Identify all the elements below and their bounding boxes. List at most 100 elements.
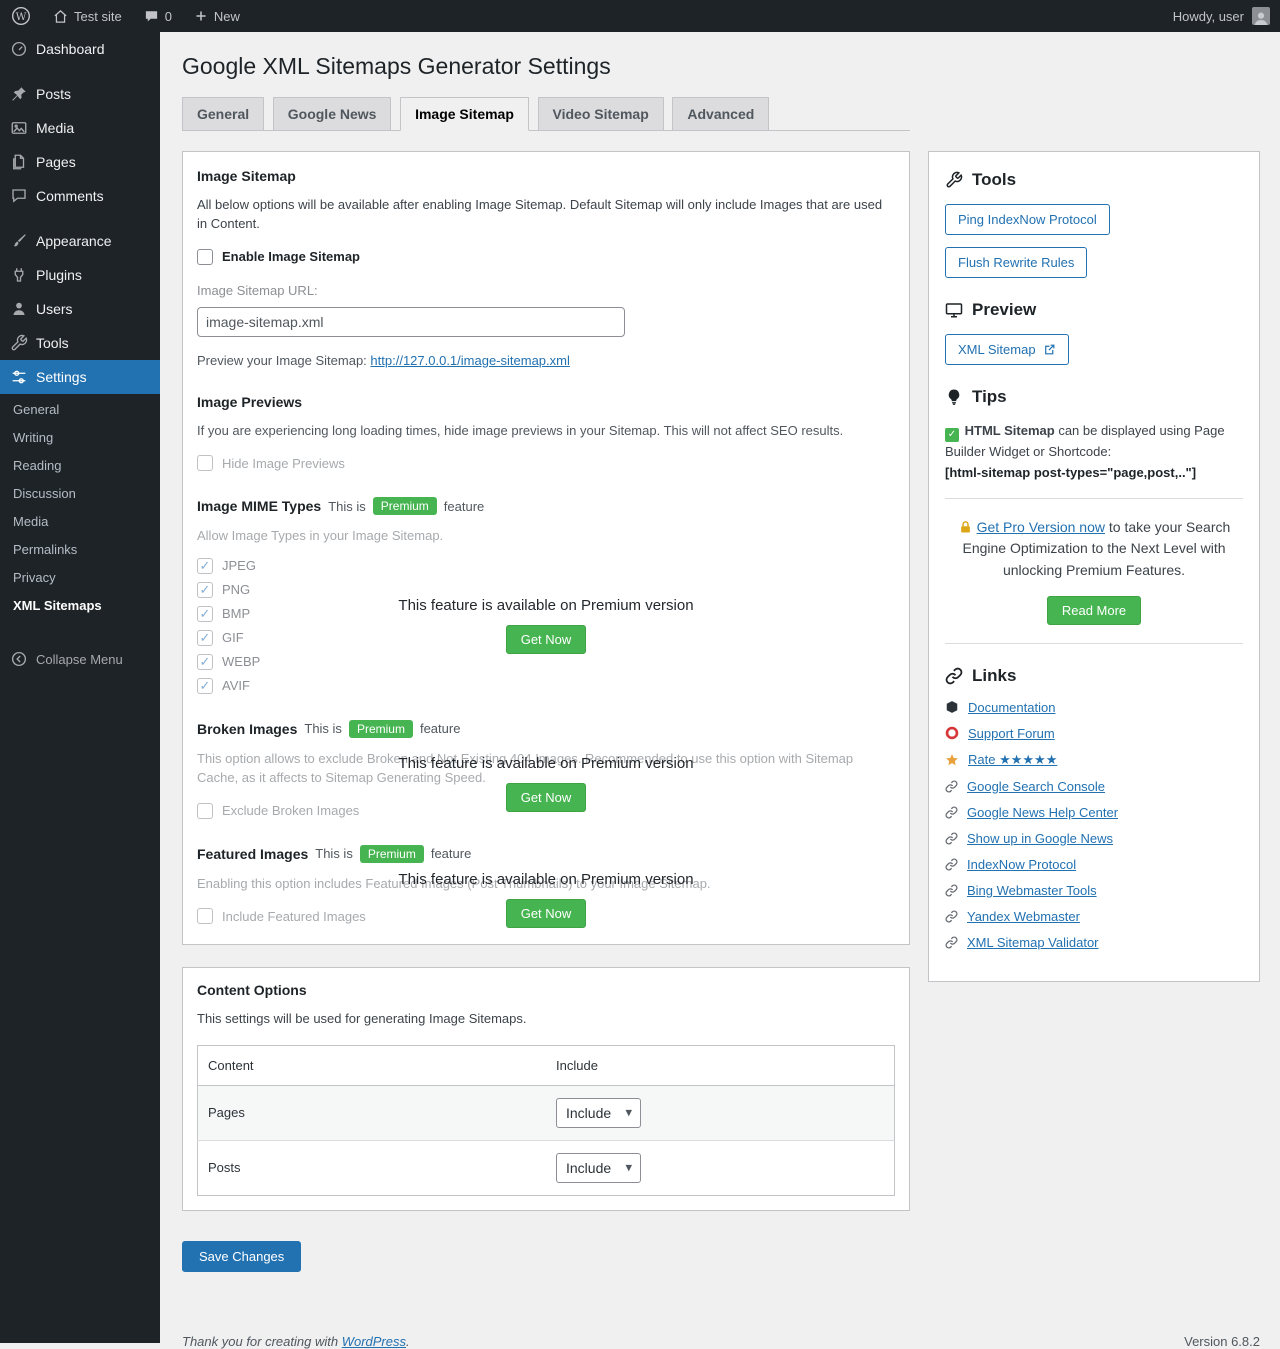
site-name-label: Test site <box>74 9 122 24</box>
xml-sitemap-row: XML Sitemap <box>945 334 1243 365</box>
image-previews-section: Image Previews If you are experiencing l… <box>197 394 895 472</box>
footer-thanks-text: Thank you for creating with <box>182 1334 338 1349</box>
pages-cell: Pages <box>198 1085 547 1140</box>
premium-note-suffix: feature <box>420 721 460 736</box>
link-icon <box>945 832 958 845</box>
comments-menu[interactable]: 0 <box>133 0 183 32</box>
sidebar-item-plugins[interactable]: Plugins <box>0 258 160 292</box>
sidebar-item-label: Appearance <box>36 233 112 249</box>
premium-note-prefix: This is <box>328 499 366 514</box>
pages-include-select[interactable]: Include <box>556 1098 641 1128</box>
google-news-help-link[interactable]: Google News Help Center <box>967 805 1118 820</box>
tab-advanced[interactable]: Advanced <box>672 97 769 130</box>
featured-images-premium-box: Enabling this option includes Featured I… <box>197 874 895 925</box>
bing-webmaster-link[interactable]: Bing Webmaster Tools <box>967 883 1097 898</box>
save-changes-button[interactable]: Save Changes <box>182 1241 301 1272</box>
wordpress-logo-menu[interactable]: W <box>0 0 42 32</box>
main-content: Google XML Sitemaps Generator Settings G… <box>160 32 1280 1343</box>
collapse-menu-button[interactable]: Collapse Menu <box>0 640 160 678</box>
link-row-yandex: Yandex Webmaster <box>945 909 1243 924</box>
premium-note-prefix: This is <box>304 721 342 736</box>
image-sitemap-heading: Image Sitemap <box>197 168 895 184</box>
mime-types-section: Image MIME Types This is Premium feature… <box>197 497 895 694</box>
ping-indexnow-button[interactable]: Ping IndexNow Protocol <box>945 204 1110 235</box>
posts-include-select-wrap: Include <box>556 1153 641 1183</box>
indexnow-protocol-link[interactable]: IndexNow Protocol <box>967 857 1076 872</box>
my-account-menu[interactable]: Howdy, user <box>1173 0 1280 32</box>
submenu-item-xml-sitemaps[interactable]: XML Sitemaps <box>0 592 160 620</box>
link-row-support-forum: Support Forum <box>945 726 1243 741</box>
get-now-button[interactable]: Get Now <box>506 783 587 812</box>
sidebar-item-settings[interactable]: Settings <box>0 360 160 394</box>
image-sitemap-url-label: Image Sitemap URL: <box>197 283 895 298</box>
image-sitemap-url-input[interactable] <box>197 307 625 337</box>
link-row-bing: Bing Webmaster Tools <box>945 883 1243 898</box>
sidebar-item-dashboard[interactable]: Dashboard <box>0 32 160 66</box>
link-row-indexnow: IndexNow Protocol <box>945 857 1243 872</box>
sidebar-item-pages[interactable]: Pages <box>0 145 160 179</box>
hide-image-previews-label: Hide Image Previews <box>222 456 345 471</box>
posts-include-select[interactable]: Include <box>556 1153 641 1183</box>
premium-note-suffix: feature <box>431 846 471 861</box>
hide-image-previews-checkbox[interactable] <box>197 455 213 471</box>
sidebar-item-comments[interactable]: Comments <box>0 179 160 213</box>
submenu-item-privacy[interactable]: Privacy <box>0 564 160 592</box>
submenu-item-media[interactable]: Media <box>0 508 160 536</box>
preview-sitemap-link[interactable]: http://127.0.0.1/image-sitemap.xml <box>370 353 569 368</box>
site-name-menu[interactable]: Test site <box>42 0 133 32</box>
tab-image-sitemap[interactable]: Image Sitemap <box>400 97 529 131</box>
show-up-google-news-link[interactable]: Show up in Google News <box>967 831 1113 846</box>
home-icon <box>53 9 68 24</box>
rate-link[interactable]: Rate ★★★★★ <box>968 752 1057 768</box>
wrench-icon <box>945 171 963 189</box>
tools-heading-row: Tools <box>945 170 1243 190</box>
collapse-menu-label: Collapse Menu <box>36 652 123 667</box>
wordpress-link[interactable]: WordPress <box>342 1334 406 1349</box>
link-icon <box>945 667 963 685</box>
documentation-link[interactable]: Documentation <box>968 700 1055 715</box>
get-now-button[interactable]: Get Now <box>506 625 587 654</box>
submenu-item-permalinks[interactable]: Permalinks <box>0 536 160 564</box>
sidebar-item-label: Comments <box>36 188 104 204</box>
content-options-heading: Content Options <box>197 982 895 998</box>
premium-note-suffix: feature <box>444 499 484 514</box>
flush-rewrite-rules-button[interactable]: Flush Rewrite Rules <box>945 247 1087 278</box>
submenu-item-discussion[interactable]: Discussion <box>0 480 160 508</box>
submenu-item-reading[interactable]: Reading <box>0 452 160 480</box>
tab-general[interactable]: General <box>182 97 264 130</box>
tab-google-news[interactable]: Google News <box>273 97 392 130</box>
sidebar-item-appearance[interactable]: Appearance <box>0 224 160 258</box>
admin-bar: W Test site 0 New Howdy, user <box>0 0 1280 32</box>
enable-image-sitemap-checkbox[interactable] <box>197 249 213 265</box>
yandex-webmaster-link[interactable]: Yandex Webmaster <box>967 909 1080 924</box>
xml-sitemap-validator-link[interactable]: XML Sitemap Validator <box>967 935 1099 950</box>
link-row-google-search-console: Google Search Console <box>945 779 1243 794</box>
premium-overlay: This feature is available on Premium ver… <box>197 749 895 819</box>
flush-rewrite-row: Flush Rewrite Rules <box>945 247 1243 278</box>
columns: Image Sitemap All below options will be … <box>182 151 1260 1349</box>
sidebar-item-media[interactable]: Media <box>0 111 160 145</box>
sidebar-item-posts[interactable]: Posts <box>0 77 160 111</box>
submenu-item-writing[interactable]: Writing <box>0 424 160 452</box>
google-search-console-link[interactable]: Google Search Console <box>967 779 1105 794</box>
divider <box>945 643 1243 644</box>
featured-images-heading-row: Featured Images This is Premium feature <box>197 845 895 863</box>
tips-heading: Tips <box>972 387 1007 407</box>
xml-sitemap-preview-button[interactable]: XML Sitemap <box>945 334 1069 365</box>
submenu-item-general[interactable]: General <box>0 396 160 424</box>
user-icon <box>9 299 29 319</box>
new-content-menu[interactable]: New <box>183 0 251 32</box>
sidebar-item-users[interactable]: Users <box>0 292 160 326</box>
read-more-button[interactable]: Read More <box>1047 596 1141 625</box>
collapse-arrow-icon <box>9 649 29 669</box>
support-forum-link[interactable]: Support Forum <box>968 726 1055 741</box>
get-pro-version-link[interactable]: Get Pro Version now <box>977 519 1105 535</box>
sidebar-item-tools[interactable]: Tools <box>0 326 160 360</box>
featured-images-heading: Featured Images <box>197 846 308 862</box>
tab-bar: General Google News Image Sitemap Video … <box>182 97 910 131</box>
avatar <box>1252 7 1270 25</box>
get-now-button[interactable]: Get Now <box>506 899 587 928</box>
sidebar-item-label: Tools <box>36 335 69 351</box>
content-options-table: Content Include Pages Include <box>197 1045 895 1196</box>
tab-video-sitemap[interactable]: Video Sitemap <box>538 97 664 130</box>
